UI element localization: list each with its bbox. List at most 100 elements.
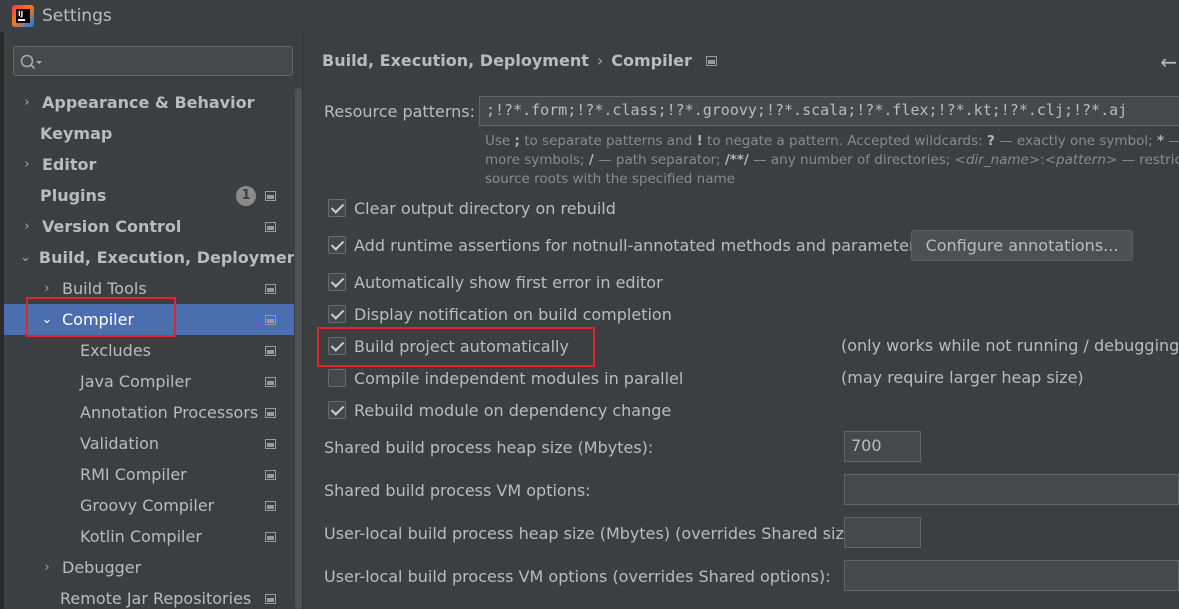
scrollbar-thumb[interactable] bbox=[295, 88, 302, 609]
resource-patterns-hint: Use ; to separate patterns and ! to nega… bbox=[485, 133, 1179, 187]
compiler-settings-panel: Build, Execution, Deployment › Compiler … bbox=[304, 32, 1179, 609]
shared-heap-size-label: Shared build process heap size (Mbytes): bbox=[324, 438, 654, 457]
sidebar-item-label: Build Tools bbox=[62, 279, 147, 298]
option-build-notification[interactable]: Display notification on build completion bbox=[328, 302, 672, 326]
project-level-icon bbox=[265, 221, 276, 232]
sidebar-item-version-control[interactable]: › Version Control bbox=[4, 211, 294, 242]
project-level-icon bbox=[265, 531, 276, 542]
sidebar-item-label: Debugger bbox=[62, 558, 142, 577]
project-level-icon bbox=[265, 407, 276, 418]
sidebar-item-label: Build, Execution, Deployment bbox=[38, 248, 303, 267]
sidebar-item-validation[interactable]: Validation bbox=[4, 428, 294, 459]
sidebar-item-remote-jar-repositories[interactable]: Remote Jar Repositories bbox=[4, 583, 294, 609]
option-rebuild-on-dependency-change[interactable]: Rebuild module on dependency change bbox=[328, 398, 671, 422]
option-add-runtime-assertions[interactable]: Add runtime assertions for notnull-annot… bbox=[328, 233, 924, 257]
search-input[interactable] bbox=[48, 49, 288, 73]
sidebar-item-compiler[interactable]: ⌄ Compiler bbox=[4, 304, 294, 335]
option-label: Compile independent modules in parallel bbox=[354, 368, 684, 388]
chevron-down-icon[interactable]: ⌄ bbox=[20, 250, 31, 265]
checkbox[interactable] bbox=[328, 401, 346, 419]
sidebar-item-annotation-processors[interactable]: Annotation Processors bbox=[4, 397, 294, 428]
chevron-right-icon[interactable]: › bbox=[20, 95, 34, 110]
sidebar-item-label: RMI Compiler bbox=[80, 465, 187, 484]
chevron-right-icon[interactable]: › bbox=[40, 281, 54, 296]
sidebar-item-excludes[interactable]: Excludes bbox=[4, 335, 294, 366]
project-level-icon bbox=[265, 376, 276, 387]
option-label: Rebuild module on dependency change bbox=[354, 400, 672, 420]
intellij-logo-icon: IJ bbox=[12, 5, 34, 27]
option-label: Clear output directory on rebuild bbox=[354, 198, 616, 218]
back-arrow-icon[interactable]: ← bbox=[1160, 50, 1177, 74]
checkbox[interactable] bbox=[328, 369, 346, 387]
chevron-right-icon[interactable]: › bbox=[20, 157, 34, 172]
option-label: Add runtime assertions for notnull-annot… bbox=[354, 235, 924, 255]
chevron-right-icon[interactable]: › bbox=[20, 219, 34, 234]
option-build-project-automatically[interactable]: Build project automatically bbox=[328, 334, 569, 358]
chevron-right-icon[interactable]: › bbox=[40, 560, 54, 575]
shared-vm-options-label: Shared build process VM options: bbox=[324, 481, 591, 500]
sidebar-item-label: Excludes bbox=[80, 341, 152, 360]
sidebar-item-label: Groovy Compiler bbox=[80, 496, 215, 515]
title-bar: IJ Settings bbox=[0, 0, 1179, 32]
option-clear-output-directory[interactable]: Clear output directory on rebuild bbox=[328, 196, 616, 220]
option-compile-in-parallel[interactable]: Compile independent modules in parallel bbox=[328, 366, 683, 390]
user-local-vm-options-input[interactable] bbox=[844, 560, 1179, 591]
user-local-heap-size-input[interactable] bbox=[844, 517, 921, 548]
resource-patterns-input[interactable]: ;!?*.form;!?*.class;!?*.groovy;!?*.scala… bbox=[479, 96, 1179, 126]
sidebar-item-label: Plugins bbox=[40, 186, 107, 205]
checkbox[interactable] bbox=[328, 305, 346, 323]
project-level-icon bbox=[265, 593, 276, 604]
sidebar-item-label: Keymap bbox=[40, 124, 113, 143]
sidebar-item-build-execution-deployment[interactable]: ⌄ Build, Execution, Deployment bbox=[4, 242, 302, 273]
sidebar-item-java-compiler[interactable]: Java Compiler bbox=[4, 366, 294, 397]
checkbox[interactable] bbox=[328, 337, 346, 355]
sidebar-item-debugger[interactable]: › Debugger bbox=[4, 552, 294, 583]
sidebar-item-keymap[interactable]: Keymap bbox=[4, 118, 294, 149]
project-level-icon bbox=[265, 314, 276, 325]
breadcrumb-current: Compiler bbox=[611, 51, 692, 70]
sidebar-item-label: Annotation Processors bbox=[80, 403, 259, 422]
project-level-icon bbox=[265, 345, 276, 356]
project-level-icon bbox=[265, 190, 276, 201]
project-level-icon bbox=[265, 283, 276, 294]
sidebar-item-label: Compiler bbox=[62, 310, 135, 329]
sidebar-item-groovy-compiler[interactable]: Groovy Compiler bbox=[4, 490, 294, 521]
option-label: Automatically show first error in editor bbox=[354, 272, 663, 292]
option-show-first-error[interactable]: Automatically show first error in editor bbox=[328, 270, 663, 294]
project-level-icon bbox=[705, 55, 717, 66]
sidebar-item-rmi-compiler[interactable]: RMI Compiler bbox=[4, 459, 294, 490]
update-count-badge: 1 bbox=[236, 185, 256, 206]
sidebar-scrollbar[interactable] bbox=[294, 88, 302, 609]
option-label: Display notification on build completion bbox=[354, 304, 672, 324]
project-level-icon bbox=[265, 469, 276, 480]
settings-sidebar: › Appearance & Behavior Keymap › Editor … bbox=[4, 32, 303, 609]
sidebar-item-label: Java Compiler bbox=[80, 372, 191, 391]
configure-annotations-button[interactable]: Configure annotations... bbox=[911, 230, 1133, 261]
checkbox[interactable] bbox=[328, 199, 346, 217]
sidebar-item-build-tools[interactable]: › Build Tools bbox=[4, 273, 294, 304]
breadcrumb-parent[interactable]: Build, Execution, Deployment bbox=[322, 51, 589, 70]
sidebar-item-label: Editor bbox=[42, 155, 97, 174]
sidebar-item-label: Appearance & Behavior bbox=[42, 93, 255, 112]
sidebar-item-kotlin-compiler[interactable]: Kotlin Compiler bbox=[4, 521, 294, 552]
sidebar-item-label: Validation bbox=[80, 434, 160, 453]
project-level-icon bbox=[265, 500, 276, 511]
sidebar-item-label: Kotlin Compiler bbox=[80, 527, 202, 546]
shared-heap-size-input[interactable]: 700 bbox=[844, 431, 921, 462]
sidebar-item-appearance-behavior[interactable]: › Appearance & Behavior bbox=[4, 87, 294, 118]
chevron-down-icon[interactable]: ⌄ bbox=[40, 312, 54, 327]
breadcrumb: Build, Execution, Deployment › Compiler bbox=[322, 51, 717, 70]
parallel-compile-note: (may require larger heap size) bbox=[841, 368, 1084, 387]
sidebar-item-label: Remote Jar Repositories bbox=[60, 589, 252, 608]
option-label: Build project automatically bbox=[354, 336, 569, 356]
breadcrumb-separator: › bbox=[596, 51, 604, 70]
checkbox[interactable] bbox=[328, 236, 346, 254]
sidebar-item-editor[interactable]: › Editor bbox=[4, 149, 294, 180]
settings-search[interactable] bbox=[13, 46, 293, 76]
user-local-heap-size-label: User-local build process heap size (Mbyt… bbox=[324, 524, 866, 543]
sidebar-item-plugins[interactable]: Plugins 1 bbox=[4, 180, 294, 211]
checkbox[interactable] bbox=[328, 273, 346, 291]
user-local-vm-options-label: User-local build process VM options (ove… bbox=[324, 567, 831, 586]
search-icon bbox=[20, 54, 42, 70]
shared-vm-options-input[interactable] bbox=[844, 474, 1179, 505]
